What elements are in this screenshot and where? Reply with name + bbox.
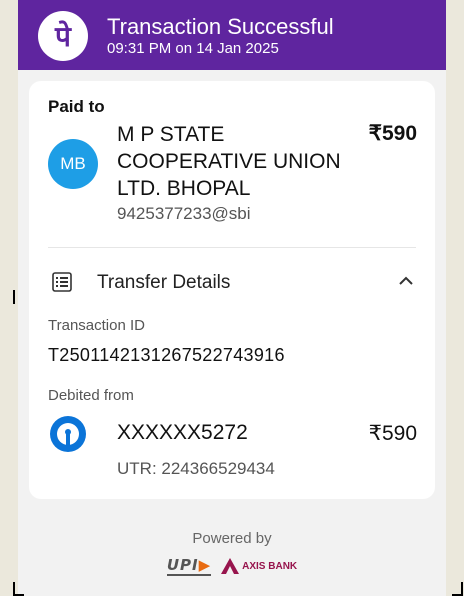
- axis-bank-logo: AXIS BANK: [221, 558, 297, 574]
- upi-logo: UPI▶: [166, 556, 212, 576]
- axis-bank-name: AXIS BANK: [242, 560, 298, 572]
- partner-logos: UPI▶ AXIS BANK: [18, 556, 446, 576]
- status-title: Transaction Successful: [107, 14, 334, 39]
- avatar: MB: [48, 139, 98, 189]
- debit-account-number: XXXXXX5272: [117, 421, 248, 444]
- debit-amount: ₹590: [368, 422, 417, 445]
- sbi-bank-icon: [50, 416, 86, 452]
- payee-amount: ₹590: [368, 122, 417, 145]
- crop-mark: [452, 582, 463, 596]
- phone-screen: पे Transaction Successful 09:31 PM on 14…: [18, 0, 446, 596]
- paid-to-label: Paid to: [48, 97, 105, 116]
- transaction-card: Paid to MB M P STATE COOPERATIVE UNION L…: [29, 81, 435, 499]
- transaction-id-value[interactable]: T2501142131267522743916: [48, 345, 285, 366]
- axis-bank-icon: [221, 558, 240, 574]
- crop-mark: [460, 290, 464, 304]
- divider: [48, 247, 416, 248]
- avatar-initials: MB: [60, 154, 86, 173]
- transfer-details-label: Transfer Details: [97, 272, 231, 293]
- chevron-up-icon[interactable]: [396, 271, 416, 291]
- payee-upi-id: 9425377233@sbi: [117, 204, 251, 223]
- transaction-id-label: Transaction ID: [48, 317, 145, 334]
- crop-mark: [13, 290, 24, 304]
- utr-number[interactable]: UTR: 224366529434: [117, 459, 275, 479]
- transaction-header: पे Transaction Successful 09:31 PM on 14…: [18, 0, 446, 70]
- transaction-datetime: 09:31 PM on 14 Jan 2025: [107, 40, 279, 57]
- phonepe-logo: पे: [38, 11, 88, 61]
- crop-mark: [13, 582, 24, 596]
- payee-name: M P STATE COOPERATIVE UNION LTD. BHOPAL: [117, 123, 341, 200]
- powered-by-label: Powered by: [192, 530, 272, 547]
- phonepe-logo-glyph: पे: [55, 20, 71, 53]
- debited-from-label: Debited from: [48, 387, 134, 404]
- list-document-icon: [52, 272, 72, 292]
